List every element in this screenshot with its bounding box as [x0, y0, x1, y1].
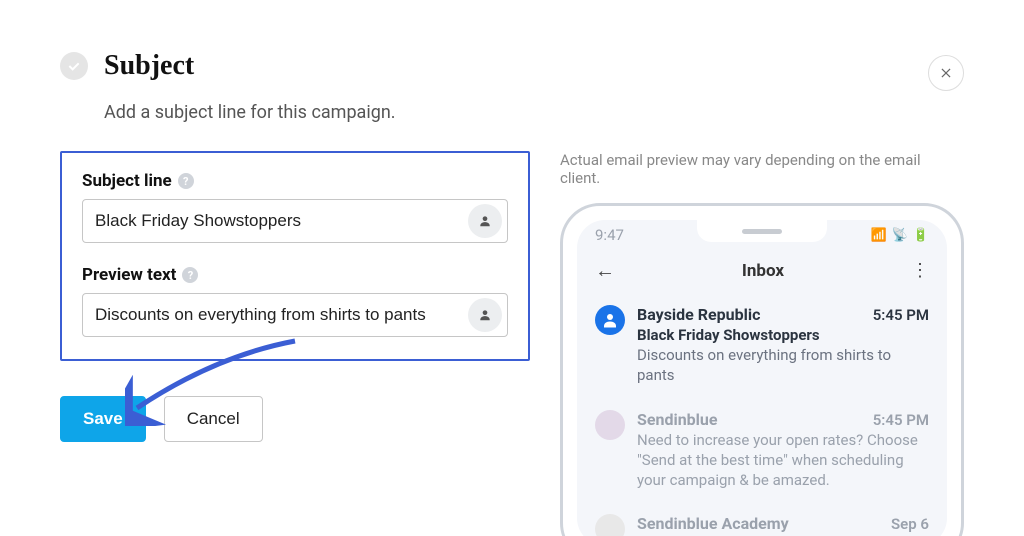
- panel-title: Subject: [104, 50, 396, 82]
- signal-icon: 📶: [870, 228, 886, 243]
- panel-description: Add a subject line for this campaign.: [104, 102, 396, 123]
- subject-line-input[interactable]: [83, 211, 468, 231]
- save-button[interactable]: Save: [60, 396, 146, 442]
- email-time: 5:45 PM: [873, 306, 929, 324]
- panel-header: Subject Add a subject line for this camp…: [60, 50, 964, 123]
- preview-text-input[interactable]: [83, 305, 468, 325]
- email-sender: Bayside Republic: [637, 305, 760, 324]
- phone-notch: [697, 220, 827, 242]
- email-subject: Black Friday Showstoppers: [637, 326, 929, 344]
- email-sender: Sendinblue Academy: [637, 514, 789, 533]
- avatar: [595, 410, 625, 440]
- email-item: Sendinblue 5:45 PM Need to increase your…: [595, 398, 929, 503]
- subject-editor-panel: Subject Add a subject line for this camp…: [0, 0, 1024, 536]
- personalize-subject-button[interactable]: [468, 204, 502, 238]
- email-preview: Need to increase your open rates? Choose…: [637, 430, 929, 491]
- email-item: Bayside Republic 5:45 PM Black Friday Sh…: [595, 293, 929, 398]
- avatar: [595, 305, 625, 335]
- preview-text-label: Preview text: [82, 265, 176, 285]
- phone-status-icons: 📶 📡 🔋: [870, 228, 929, 243]
- wifi-icon: 📡: [892, 228, 908, 243]
- subject-form: Subject line ? Preview text ?: [60, 151, 530, 361]
- help-icon[interactable]: ?: [182, 267, 198, 283]
- subject-line-label: Subject line: [82, 171, 172, 191]
- battery-icon: 🔋: [913, 228, 929, 243]
- email-time: 5:45 PM: [873, 411, 929, 429]
- menu-icon[interactable]: ⋮: [911, 260, 929, 281]
- avatar: [595, 514, 625, 536]
- email-sender: Sendinblue: [637, 410, 718, 429]
- check-icon: [60, 52, 88, 80]
- inbox-title: Inbox: [742, 261, 784, 281]
- email-preview: Discounts on everything from shirts to p…: [637, 345, 929, 386]
- back-icon[interactable]: ←: [595, 258, 615, 283]
- phone-time: 9:47: [595, 226, 624, 244]
- email-item: Sendinblue Academy Sep 6: [595, 502, 929, 536]
- cancel-button[interactable]: Cancel: [164, 396, 263, 442]
- email-time: Sep 6: [891, 515, 929, 533]
- preview-disclaimer: Actual email preview may vary depending …: [560, 151, 964, 187]
- phone-preview: 9:47 📶 📡 🔋 ← Inbox ⋮: [560, 203, 964, 536]
- help-icon[interactable]: ?: [178, 173, 194, 189]
- personalize-preview-button[interactable]: [468, 298, 502, 332]
